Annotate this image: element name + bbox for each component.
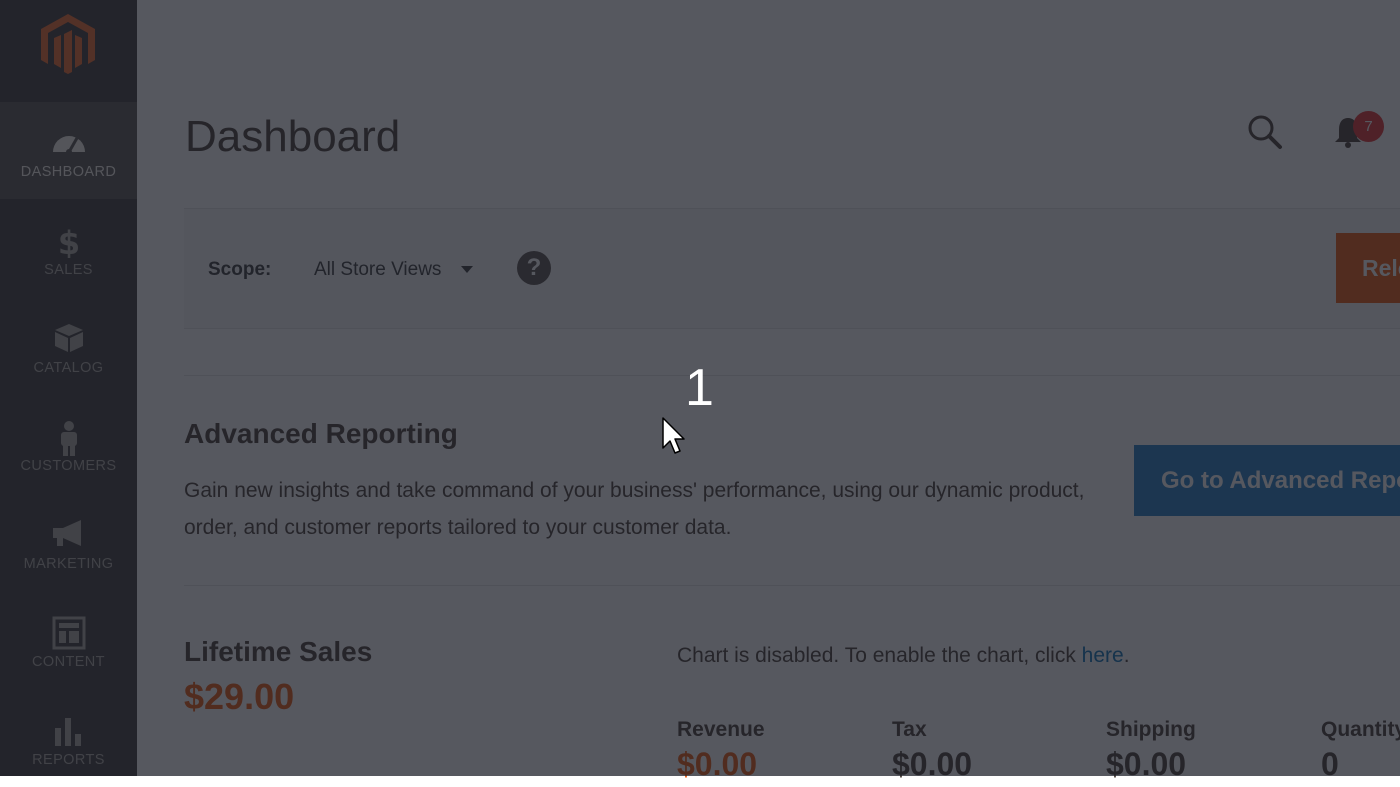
- totals-value: $0.00: [1106, 746, 1187, 782]
- totals-label: Revenue: [677, 718, 765, 741]
- chart-message-text: Chart is disabled. To enable the chart, …: [677, 644, 1082, 667]
- sidebar-item-content[interactable]: CONTENT: [0, 592, 137, 689]
- totals-label: Tax: [892, 718, 927, 741]
- gauge-icon: [0, 126, 137, 160]
- totals-label: Shipping: [1106, 718, 1196, 741]
- sidebar-item-label: CATALOG: [33, 360, 104, 376]
- megaphone-icon: [0, 518, 137, 552]
- go-to-advanced-reporting-button[interactable]: Go to Advanced Reporting: [1134, 445, 1400, 516]
- totals-value: 0: [1321, 746, 1339, 782]
- sidebar-item-label: MARKETING: [23, 556, 114, 572]
- magento-logo-icon: [41, 14, 95, 74]
- page-title: Dashboard: [185, 112, 401, 161]
- scope-label: Scope:: [208, 259, 272, 280]
- sidebar-item-sales[interactable]: $ SALES: [0, 200, 137, 297]
- main-content: Dashboard 7 Scope: All Store Views ? Rel…: [137, 0, 1400, 782]
- totals-shipping: Shipping $0.00: [1106, 718, 1196, 783]
- sidebar-item-customers[interactable]: CUSTOMERS: [0, 396, 137, 493]
- sidebar-item-label: SALES: [44, 262, 93, 278]
- totals-value: $0.00: [677, 746, 758, 782]
- sidebar-item-reports[interactable]: REPORTS: [0, 690, 137, 787]
- totals-tax: Tax $0.00: [892, 718, 972, 783]
- search-icon[interactable]: [1247, 114, 1283, 150]
- totals-label: Quantity: [1321, 718, 1400, 741]
- box-icon: [0, 322, 137, 356]
- lifetime-sales-value: $29.00: [184, 676, 295, 717]
- help-icon[interactable]: ?: [517, 251, 551, 285]
- svg-text:$: $: [57, 224, 79, 258]
- bar-chart-icon: [0, 714, 137, 748]
- totals-revenue: Revenue $0.00: [677, 718, 765, 783]
- totals-quantity: Quantity 0: [1321, 718, 1400, 783]
- person-icon: [0, 420, 137, 456]
- enable-chart-link[interactable]: here: [1082, 644, 1124, 667]
- sidebar-item-label: REPORTS: [32, 752, 105, 768]
- notifications-count-badge[interactable]: 7: [1353, 111, 1384, 142]
- sidebar-item-catalog[interactable]: CATALOG: [0, 298, 137, 395]
- step-number: 1: [685, 359, 714, 417]
- admin-sidebar: DASHBOARD $ SALES CATALOG CUSTOMERS MARK…: [0, 0, 137, 776]
- lifetime-sales-title: Lifetime Sales: [184, 636, 373, 667]
- advanced-reporting-title: Advanced Reporting: [184, 418, 458, 449]
- sidebar-item-label: CONTENT: [32, 654, 105, 670]
- divider: [184, 585, 1400, 586]
- sidebar-item-label: CUSTOMERS: [20, 458, 117, 474]
- sidebar-item-label: DASHBOARD: [20, 164, 117, 180]
- divider: [184, 375, 1400, 376]
- sidebar-item-dashboard[interactable]: DASHBOARD: [0, 102, 137, 199]
- chart-disabled-message: Chart is disabled. To enable the chart, …: [677, 644, 1130, 668]
- advanced-reporting-description: Gain new insights and take command of yo…: [184, 479, 1085, 539]
- layout-icon: [0, 616, 137, 650]
- chevron-down-icon[interactable]: [461, 266, 473, 273]
- scope-bar: Scope: All Store Views ? Reload Data: [184, 208, 1400, 329]
- scope-switcher[interactable]: All Store Views: [314, 259, 441, 281]
- reload-data-button[interactable]: Reload Data: [1336, 233, 1400, 303]
- totals-value: $0.00: [892, 746, 973, 782]
- chart-message-suffix: .: [1123, 644, 1130, 667]
- dollar-icon: $: [0, 224, 137, 258]
- sidebar-item-marketing[interactable]: MARKETING: [0, 494, 137, 591]
- mouse-cursor-icon: [661, 416, 687, 461]
- magento-logo[interactable]: [0, 0, 137, 102]
